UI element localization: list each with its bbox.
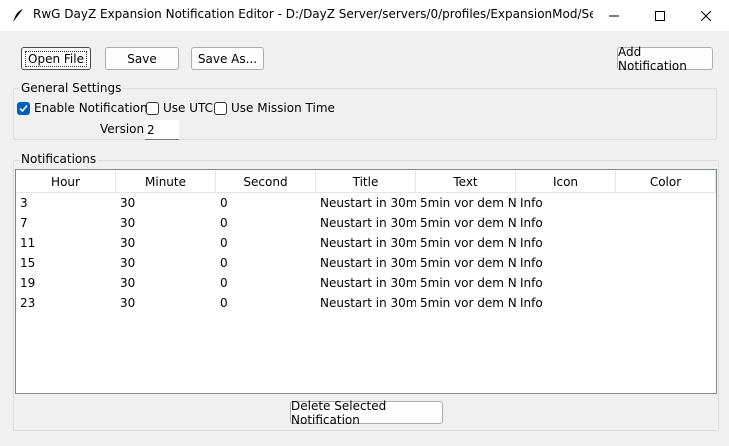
column-header-title[interactable]: Title xyxy=(316,170,416,193)
use-mission-time-label: Use Mission Time xyxy=(231,101,335,115)
cell-color xyxy=(616,273,716,293)
use-utc-label: Use UTC xyxy=(163,101,214,115)
open-file-label: Open File xyxy=(25,50,87,67)
cell-title: Neustart in 30mir xyxy=(320,236,416,250)
notifications-label: Notifications xyxy=(19,152,99,166)
cell-hour: 7 xyxy=(20,216,28,230)
cell-title: Neustart in 30mir xyxy=(320,196,416,210)
cell-minute: 30 xyxy=(120,216,136,230)
cell-text: 5min vor dem Ne xyxy=(420,216,516,230)
cell-text: 5min vor dem Ne xyxy=(420,196,516,210)
cell-icon: Info xyxy=(520,216,543,230)
cell-icon: Info xyxy=(520,236,543,250)
delete-notification-button[interactable]: Delete Selected Notification xyxy=(290,398,443,427)
cell-text: 5min vor dem Ne xyxy=(420,296,516,310)
maximize-button[interactable] xyxy=(637,0,683,31)
checkbox-unchecked-icon xyxy=(214,101,227,115)
minimize-icon xyxy=(609,15,619,16)
column-header-minute[interactable]: Minute xyxy=(116,170,216,193)
title-bar: RwG DayZ Expansion Notification Editor -… xyxy=(0,0,729,31)
feather-quill-icon xyxy=(13,9,23,21)
save-as-label: Save As... xyxy=(197,51,258,66)
table-row[interactable]: 11 30 0 Neustart in 30mir 5min vor dem N… xyxy=(16,233,716,253)
delete-notification-label: Delete Selected Notification xyxy=(291,398,387,427)
version-label: Version: xyxy=(100,122,149,136)
cell-icon: Info xyxy=(520,296,543,310)
cell-second: 0 xyxy=(220,256,228,270)
minimize-button[interactable] xyxy=(591,0,637,31)
cell-text: 5min vor dem Ne xyxy=(420,276,516,290)
open-file-button[interactable]: Open File xyxy=(21,47,91,70)
cell-minute: 30 xyxy=(120,296,136,310)
checkbox-checked-icon xyxy=(17,101,30,115)
cell-second: 0 xyxy=(220,236,228,250)
column-header-icon[interactable]: Icon xyxy=(516,170,616,193)
save-as-button[interactable]: Save As... xyxy=(191,47,264,70)
table-header: Hour Minute Second Title Text Icon Color xyxy=(16,170,716,193)
cell-second: 0 xyxy=(220,276,228,290)
table-row[interactable]: 19 30 0 Neustart in 30mir 5min vor dem N… xyxy=(16,273,716,293)
cell-icon: Info xyxy=(520,276,543,290)
enable-notifications-checkbox[interactable]: Enable Notifications xyxy=(17,101,154,115)
cell-title: Neustart in 30mir xyxy=(320,256,416,270)
cell-second: 0 xyxy=(220,296,228,310)
save-button[interactable]: Save xyxy=(105,47,179,70)
cell-color xyxy=(616,193,716,213)
version-field[interactable] xyxy=(145,120,179,140)
cell-icon: Info xyxy=(520,256,543,270)
column-header-hour[interactable]: Hour xyxy=(16,170,116,193)
cell-text: 5min vor dem Ne xyxy=(420,256,516,270)
table-row[interactable]: 7 30 0 Neustart in 30mir 5min vor dem Ne… xyxy=(16,213,716,233)
cell-minute: 30 xyxy=(120,256,136,270)
use-utc-checkbox[interactable]: Use UTC xyxy=(146,101,213,115)
cell-hour: 23 xyxy=(20,296,36,310)
table-row[interactable]: 23 30 0 Neustart in 30mir 5min vor dem N… xyxy=(16,293,716,313)
cell-color xyxy=(616,213,716,233)
table-row[interactable]: 3 30 0 Neustart in 30mir 5min vor dem Ne… xyxy=(16,193,716,213)
cell-minute: 30 xyxy=(120,196,136,210)
cell-icon: Info xyxy=(520,196,543,210)
cell-title: Neustart in 30mir xyxy=(320,296,416,310)
maximize-icon xyxy=(655,10,665,21)
cell-minute: 30 xyxy=(120,276,136,290)
cell-color xyxy=(616,293,716,313)
notifications-table[interactable]: Hour Minute Second Title Text Icon Color… xyxy=(15,169,717,394)
close-button[interactable] xyxy=(683,0,729,31)
use-mission-time-checkbox[interactable]: Use Mission Time xyxy=(214,101,335,115)
cell-hour: 3 xyxy=(20,196,28,210)
cell-hour: 19 xyxy=(20,276,36,290)
cell-second: 0 xyxy=(220,196,228,210)
checkbox-unchecked-icon xyxy=(146,101,159,115)
window-title: RwG DayZ Expansion Notification Editor -… xyxy=(33,7,593,21)
cell-title: Neustart in 30mir xyxy=(320,216,416,230)
close-icon xyxy=(701,10,711,21)
cell-hour: 15 xyxy=(20,256,36,270)
cell-title: Neustart in 30mir xyxy=(320,276,416,290)
add-notification-label: Add Notification xyxy=(618,44,687,73)
cell-color xyxy=(616,233,716,253)
add-notification-button[interactable]: Add Notification xyxy=(617,44,713,73)
enable-notifications-label: Enable Notifications xyxy=(34,101,154,115)
cell-second: 0 xyxy=(220,216,228,230)
column-header-second[interactable]: Second xyxy=(216,170,316,193)
table-row[interactable]: 15 30 0 Neustart in 30mir 5min vor dem N… xyxy=(16,253,716,273)
column-header-color[interactable]: Color xyxy=(616,170,716,193)
cell-text: 5min vor dem Ne xyxy=(420,236,516,250)
cell-color xyxy=(616,253,716,273)
cell-hour: 11 xyxy=(20,236,36,250)
column-header-text[interactable]: Text xyxy=(416,170,516,193)
save-label: Save xyxy=(127,51,157,66)
cell-minute: 30 xyxy=(120,236,136,250)
general-settings-label: General Settings xyxy=(19,81,124,95)
